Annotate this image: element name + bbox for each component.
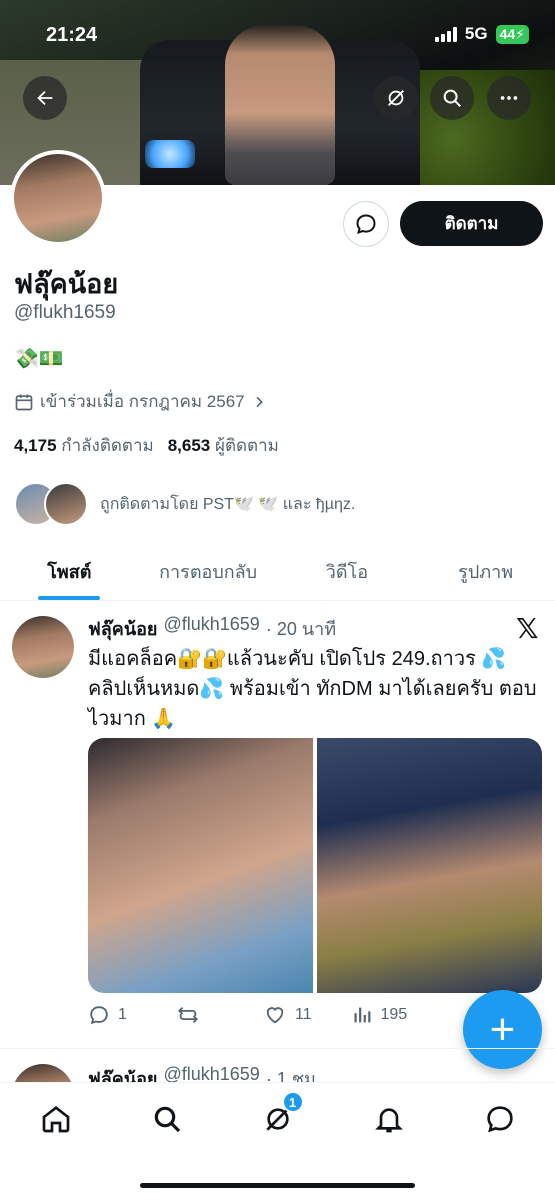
battery-level: 44	[499, 25, 516, 42]
search-button[interactable]	[430, 76, 474, 120]
follow-stats: 4,175 กำลังติดตาม 8,653 ผู้ติดตาม	[14, 432, 279, 459]
notification-badge: 1	[281, 1091, 304, 1113]
tweet-media[interactable]	[88, 738, 542, 993]
reply-count: 1	[118, 1006, 127, 1023]
message-button[interactable]	[343, 201, 389, 247]
joined-text: เข้าร่วมเมื่อ กรกฎาคม 2567	[40, 392, 245, 411]
following-label: กำลังติดตาม	[61, 436, 154, 455]
like-icon	[266, 1007, 284, 1024]
status-time: 21:24	[46, 24, 98, 46]
followed-by-text: ถูกติดตามโดย PST🕊️ 🕊️ และ ђµηz.	[100, 495, 356, 513]
profile-tabs: โพสต์ การตอบกลับ วิดีโอ รูปภาพ	[0, 545, 555, 601]
x-logo-icon: 𝕏	[516, 613, 539, 644]
follow-button[interactable]: ติดตาม	[400, 201, 543, 246]
nav-home[interactable]	[26, 1099, 86, 1139]
compose-button[interactable]: +	[463, 990, 542, 1069]
tweet-header: ฟลุ๊คน้อย @flukh1659 · 20 นาที	[88, 614, 336, 643]
profile-handle: @flukh1659	[14, 302, 116, 323]
views-button[interactable]: 195	[351, 1004, 439, 1026]
signal-icon	[434, 26, 457, 42]
search-icon	[443, 89, 461, 107]
followers-count: 8,653	[167, 436, 211, 455]
profile-bio: 💸💵	[14, 348, 64, 370]
follower-avatar	[44, 482, 88, 526]
tab-posts[interactable]: โพสต์	[0, 545, 139, 600]
view-count: 195	[380, 1006, 408, 1023]
banner-headlight	[145, 140, 195, 168]
following-link[interactable]: 4,175 กำลังติดตาม	[14, 432, 154, 459]
chevron-right-icon	[256, 396, 263, 407]
more-icon	[500, 96, 518, 100]
followed-by[interactable]: ถูกติดตามโดย PST🕊️ 🕊️ และ ђµηz.	[14, 482, 355, 526]
more-button[interactable]	[487, 76, 531, 120]
tweet-divider	[0, 1048, 555, 1049]
tab-photos[interactable]: รูปภาพ	[416, 545, 555, 600]
home-icon	[42, 1105, 69, 1133]
tab-videos[interactable]: วิดีโอ	[278, 545, 417, 600]
tab-replies[interactable]: การตอบกลับ	[139, 545, 278, 600]
profile-avatar[interactable]	[10, 150, 106, 246]
status-bar-right: 5G 44⚡	[434, 24, 529, 44]
search-icon	[154, 1106, 180, 1133]
tweet-avatar[interactable]	[12, 616, 74, 678]
notifications-icon	[374, 1108, 403, 1133]
tweet-photo[interactable]	[317, 738, 542, 993]
joined-date[interactable]: เข้าร่วมเมื่อ กรกฎาคม 2567	[14, 388, 267, 415]
followers-label: ผู้ติดตาม	[215, 436, 279, 455]
network-type: 5G	[464, 24, 488, 43]
tweet-photo[interactable]	[88, 738, 313, 993]
nav-search[interactable]	[137, 1099, 197, 1139]
plus-icon: +	[489, 1004, 516, 1054]
nav-messages[interactable]	[470, 1099, 530, 1139]
message-icon	[356, 214, 376, 235]
nav-grok[interactable]: 1	[248, 1091, 308, 1139]
calendar-icon	[15, 394, 33, 410]
battery-icon: 44⚡	[495, 24, 529, 44]
tweet-author-name[interactable]: ฟลุ๊คน้อย	[88, 614, 157, 643]
grok-button[interactable]	[374, 76, 418, 120]
back-button[interactable]	[23, 76, 67, 120]
tweet-text: มีแอคล็อค🔐🔐แล้วนะคับ เปิดโปร 249.ถาวร 💦 …	[88, 648, 537, 730]
retweet-icon	[177, 1007, 198, 1023]
like-button[interactable]: 11	[263, 1004, 351, 1026]
views-icon	[353, 1007, 370, 1023]
reply-icon	[90, 1006, 108, 1025]
nav-notifications[interactable]	[359, 1099, 419, 1139]
tweet-time[interactable]: · 20 นาที	[266, 614, 336, 643]
like-count: 11	[295, 1006, 312, 1023]
profile-display-name: ฟลุ๊คน้อย	[14, 269, 119, 299]
followed-by-avatars	[14, 482, 88, 526]
home-indicator	[140, 1183, 415, 1188]
reply-button[interactable]: 1	[88, 1004, 176, 1026]
back-arrow-icon	[37, 90, 53, 106]
retweet-button[interactable]	[176, 1004, 264, 1026]
tweet-actions: 1 11 195	[88, 1004, 438, 1026]
banner-person	[225, 25, 335, 185]
tweet-author-handle[interactable]: @flukh1659	[163, 614, 259, 643]
followers-link[interactable]: 8,653 ผู้ติดตาม	[168, 432, 279, 459]
grok-icon	[388, 90, 404, 106]
mail-icon	[486, 1106, 513, 1133]
following-count: 4,175	[14, 436, 57, 455]
